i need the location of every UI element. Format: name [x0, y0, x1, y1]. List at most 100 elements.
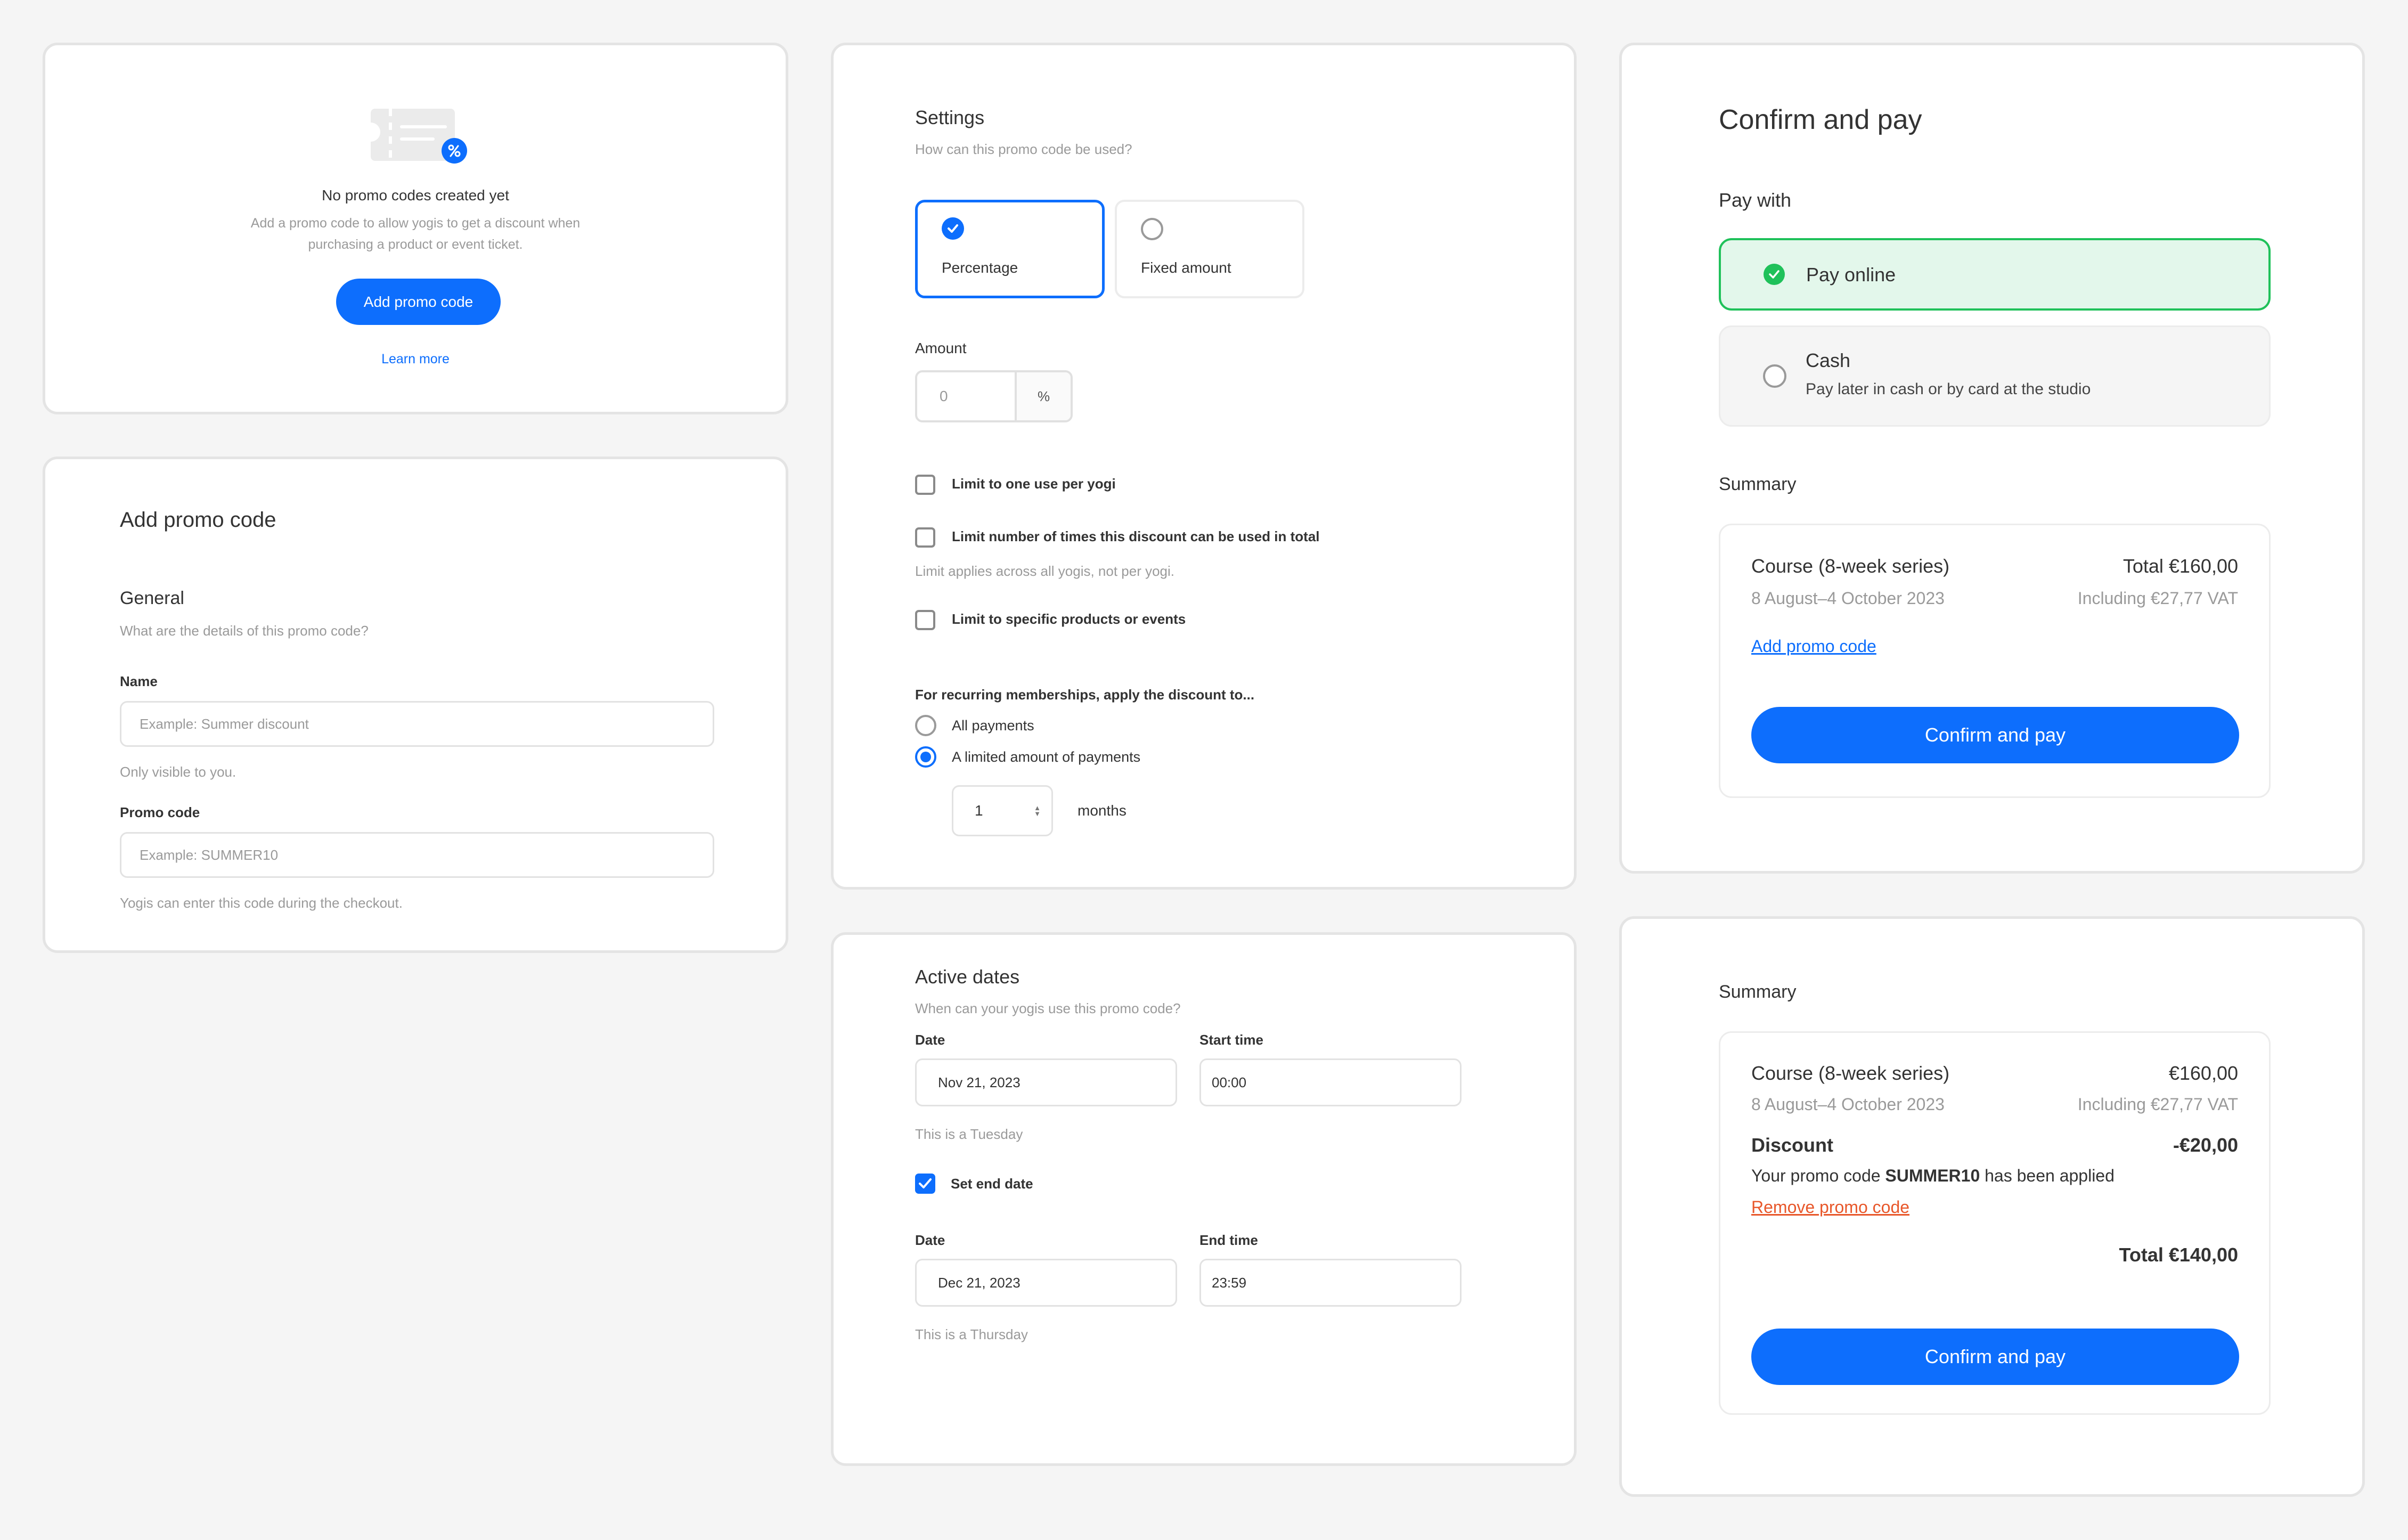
start-date-input[interactable]: Nov 21, 2023 — [915, 1058, 1177, 1106]
remove-promo-code-link[interactable]: Remove promo code — [1751, 1197, 1909, 1217]
settings-card: Settings How can this promo code be used… — [831, 43, 1577, 890]
limit-products-checkbox[interactable] — [915, 610, 935, 630]
promo-code-placeholder: Example: SUMMER10 — [140, 846, 279, 863]
pay-with-label: Pay with — [1719, 189, 1792, 211]
radio-all-payments[interactable] — [915, 715, 936, 736]
end-date-input[interactable]: Dec 21, 2023 — [915, 1259, 1177, 1307]
empty-state-card: No promo codes created yet Add a promo c… — [43, 43, 788, 414]
add-promo-code-button[interactable]: Add promo code — [336, 279, 501, 325]
radio-empty-icon — [1141, 218, 1163, 240]
check-circle-icon — [1764, 264, 1785, 285]
end-time-value: 23:59 — [1212, 1274, 1247, 1291]
active-dates-card: Active dates When can your yogis use thi… — [831, 932, 1577, 1466]
amount-label: Amount — [915, 340, 967, 356]
end-time-input[interactable]: 23:59 — [1199, 1259, 1462, 1307]
promo-applied-message: Your promo code SUMMER10 has been applie… — [1751, 1166, 2115, 1186]
months-unit: months — [1078, 802, 1127, 819]
option-percentage[interactable]: Percentage — [915, 200, 1105, 298]
pay-online-option[interactable]: Pay online — [1719, 238, 2271, 311]
start-date-label: Date — [915, 1032, 945, 1048]
confirm-and-pay-card: Confirm and pay Pay with Pay online Cash… — [1619, 43, 2365, 874]
checkout-title: Confirm and pay — [1719, 104, 1922, 135]
amount-placeholder: 0 — [940, 388, 948, 404]
applied-code: SUMMER10 — [1885, 1166, 1980, 1185]
amount-unit: % — [1017, 372, 1071, 420]
order-total: Total €140,00 — [2119, 1244, 2238, 1266]
limit-total-checkbox[interactable] — [915, 527, 935, 548]
option-fixed-amount[interactable]: Fixed amount — [1115, 200, 1304, 298]
name-label: Name — [120, 673, 158, 689]
section-subtitle: What are the details of this promo code? — [120, 623, 369, 639]
end-day-help: This is a Thursday — [915, 1326, 1028, 1342]
start-date-value: Nov 21, 2023 — [938, 1074, 1021, 1090]
set-end-date-checkbox[interactable] — [915, 1174, 935, 1194]
ticket-percent-icon — [370, 109, 468, 165]
name-placeholder: Example: Summer discount — [140, 715, 309, 732]
add-promo-code-card: Add promo code General What are the deta… — [43, 457, 788, 953]
start-time-input[interactable]: 00:00 — [1199, 1058, 1462, 1106]
promo-code-help-text: Yogis can enter this code during the che… — [120, 895, 403, 911]
item-dates: 8 August–4 October 2023 — [1751, 589, 1945, 608]
end-time-label: End time — [1199, 1232, 1258, 1248]
set-end-date-label: Set end date — [951, 1176, 1033, 1192]
end-date-label: Date — [915, 1232, 945, 1248]
learn-more-link[interactable]: Learn more — [45, 352, 786, 367]
limit-total-label: Limit number of times this discount can … — [952, 528, 1320, 544]
cash-title: Cash — [1806, 349, 1851, 371]
pay-online-label: Pay online — [1806, 264, 1896, 286]
promo-code-input[interactable]: Example: SUMMER10 — [120, 832, 714, 878]
limit-products-label: Limit to specific products or events — [952, 611, 1186, 627]
summary-box: Course (8-week series) €160,00 8 August–… — [1719, 1031, 2271, 1415]
description-line: Add a promo code to allow yogis to get a… — [250, 216, 581, 231]
end-date-value: Dec 21, 2023 — [938, 1274, 1021, 1291]
confirm-and-pay-button[interactable]: Confirm and pay — [1751, 707, 2239, 763]
cash-option[interactable]: Cash Pay later in cash or by card at the… — [1719, 325, 2271, 427]
summary-label: Summary — [1719, 982, 1797, 1002]
settings-title: Settings — [915, 107, 985, 128]
amount-input-group: 0 % — [915, 370, 1073, 422]
description-line: purchasing a product or event ticket. — [308, 237, 523, 252]
item-total: Total €160,00 — [2123, 555, 2238, 577]
section-title: General — [120, 588, 184, 608]
promo-code-label: Promo code — [120, 804, 200, 820]
limited-payments-label: A limited amount of payments — [952, 749, 1141, 765]
item-dates: 8 August–4 October 2023 — [1751, 1095, 1945, 1114]
start-day-help: This is a Tuesday — [915, 1126, 1023, 1142]
item-name: Course (8-week series) — [1751, 555, 1950, 577]
radio-empty-icon — [1763, 364, 1786, 388]
settings-subtitle: How can this promo code be used? — [915, 141, 1132, 157]
confirm-and-pay-button[interactable]: Confirm and pay — [1751, 1329, 2239, 1385]
start-time-value: 00:00 — [1212, 1074, 1247, 1090]
radio-limited-payments[interactable] — [915, 746, 936, 768]
limit-one-use-checkbox[interactable] — [915, 475, 935, 495]
active-dates-subtitle: When can your yogis use this promo code? — [915, 1000, 1181, 1016]
all-payments-label: All payments — [952, 718, 1034, 734]
item-vat: Including €27,77 VAT — [2077, 589, 2238, 608]
applied-prefix: Your promo code — [1751, 1166, 1885, 1185]
add-promo-code-link[interactable]: Add promo code — [1751, 637, 1876, 656]
name-help-text: Only visible to you. — [120, 764, 236, 780]
discount-value: -€20,00 — [2173, 1134, 2238, 1156]
limit-total-help: Limit applies across all yogis, not per … — [915, 563, 1175, 579]
item-vat: Including €27,77 VAT — [2077, 1095, 2238, 1114]
form-title: Add promo code — [120, 508, 276, 532]
empty-state-description: Add a promo code to allow yogis to get a… — [45, 213, 786, 255]
empty-state-title: No promo codes created yet — [322, 187, 509, 203]
applied-suffix: has been applied — [1980, 1166, 2115, 1185]
radio-dot — [920, 752, 931, 762]
stepper-arrows-icon[interactable]: ▲ ▼ — [1034, 804, 1041, 817]
amount-input[interactable]: 0 — [917, 372, 1017, 420]
recurring-label: For recurring memberships, apply the dis… — [915, 687, 1255, 703]
summary-applied-card: Summary Course (8-week series) €160,00 8… — [1619, 916, 2365, 1497]
option-label: Percentage — [942, 259, 1018, 276]
check-circle-icon — [942, 217, 964, 240]
months-value: 1 — [975, 802, 983, 819]
name-input[interactable]: Example: Summer discount — [120, 701, 714, 747]
item-name: Course (8-week series) — [1751, 1062, 1950, 1084]
cash-description: Pay later in cash or by card at the stud… — [1806, 380, 2091, 398]
active-dates-title: Active dates — [915, 966, 1020, 988]
start-time-label: Start time — [1199, 1032, 1263, 1048]
option-label: Fixed amount — [1141, 259, 1231, 276]
summary-box: Course (8-week series) Total €160,00 8 A… — [1719, 524, 2271, 798]
months-stepper[interactable]: 1 ▲ ▼ — [952, 785, 1053, 836]
